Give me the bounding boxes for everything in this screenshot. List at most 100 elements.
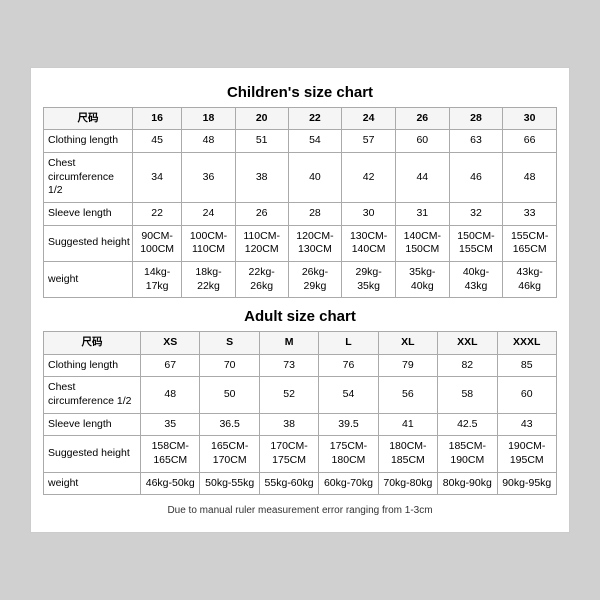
- row-label: Clothing length: [44, 354, 141, 377]
- table-cell: 110CM-120CM: [235, 225, 288, 261]
- table-cell: 26: [235, 202, 288, 225]
- table-cell: 31: [395, 202, 449, 225]
- table-cell: 33: [503, 202, 557, 225]
- table-cell: 39.5: [319, 413, 378, 436]
- table-cell: 63: [449, 130, 503, 153]
- table-cell: 170CM-175CM: [259, 436, 318, 472]
- row-label: weight: [44, 472, 141, 495]
- column-header: 尺码: [44, 107, 133, 130]
- table-cell: 46: [449, 153, 503, 203]
- table-cell: 34: [132, 153, 181, 203]
- table-cell: 158CM-165CM: [141, 436, 200, 472]
- table-cell: 90kg-95kg: [497, 472, 557, 495]
- table-cell: 29kg-35kg: [342, 261, 396, 297]
- column-header: 尺码: [44, 332, 141, 355]
- column-header: XL: [378, 332, 437, 355]
- table-cell: 58: [438, 377, 497, 413]
- table-cell: 42: [342, 153, 396, 203]
- adult-table: 尺码XSSMLXLXXLXXXL Clothing length67707376…: [43, 331, 557, 495]
- row-label: Chest circumference 1/2: [44, 377, 141, 413]
- table-cell: 42.5: [438, 413, 497, 436]
- table-cell: 70: [200, 354, 259, 377]
- column-header: 24: [342, 107, 396, 130]
- table-cell: 36: [182, 153, 235, 203]
- row-label: Sleeve length: [44, 202, 133, 225]
- table-cell: 100CM-110CM: [182, 225, 235, 261]
- column-header: 26: [395, 107, 449, 130]
- column-header: L: [319, 332, 378, 355]
- table-cell: 150CM-155CM: [449, 225, 503, 261]
- table-cell: 165CM-170CM: [200, 436, 259, 472]
- table-cell: 185CM-190CM: [438, 436, 497, 472]
- table-cell: 130CM-140CM: [342, 225, 396, 261]
- column-header: 22: [288, 107, 342, 130]
- table-cell: 120CM-130CM: [288, 225, 342, 261]
- table-cell: 50kg-55kg: [200, 472, 259, 495]
- footnote: Due to manual ruler measurement error ra…: [43, 505, 557, 516]
- table-cell: 48: [141, 377, 200, 413]
- table-cell: 44: [395, 153, 449, 203]
- column-header: 20: [235, 107, 288, 130]
- table-cell: 66: [503, 130, 557, 153]
- column-header: 16: [132, 107, 181, 130]
- table-cell: 38: [259, 413, 318, 436]
- table-cell: 18kg-22kg: [182, 261, 235, 297]
- children-table: 尺码1618202224262830 Clothing length454851…: [43, 107, 557, 298]
- table-cell: 56: [378, 377, 437, 413]
- table-cell: 80kg-90kg: [438, 472, 497, 495]
- table-cell: 48: [182, 130, 235, 153]
- table-cell: 70kg-80kg: [378, 472, 437, 495]
- table-cell: 41: [378, 413, 437, 436]
- table-cell: 52: [259, 377, 318, 413]
- table-cell: 73: [259, 354, 318, 377]
- table-cell: 175CM-180CM: [319, 436, 378, 472]
- table-cell: 36.5: [200, 413, 259, 436]
- row-label: Suggested height: [44, 225, 133, 261]
- table-cell: 60kg-70kg: [319, 472, 378, 495]
- column-header: XXXL: [497, 332, 557, 355]
- table-cell: 28: [288, 202, 342, 225]
- table-cell: 79: [378, 354, 437, 377]
- table-cell: 43: [497, 413, 557, 436]
- column-header: 30: [503, 107, 557, 130]
- column-header: S: [200, 332, 259, 355]
- table-cell: 22: [132, 202, 181, 225]
- table-cell: 155CM-165CM: [503, 225, 557, 261]
- children-section-title: Children's size chart: [43, 84, 557, 101]
- table-cell: 82: [438, 354, 497, 377]
- table-cell: 14kg-17kg: [132, 261, 181, 297]
- table-cell: 30: [342, 202, 396, 225]
- table-cell: 48: [503, 153, 557, 203]
- table-cell: 45: [132, 130, 181, 153]
- table-cell: 54: [319, 377, 378, 413]
- table-cell: 180CM-185CM: [378, 436, 437, 472]
- table-cell: 40kg-43kg: [449, 261, 503, 297]
- table-cell: 54: [288, 130, 342, 153]
- column-header: XXL: [438, 332, 497, 355]
- table-cell: 67: [141, 354, 200, 377]
- row-label: Sleeve length: [44, 413, 141, 436]
- table-cell: 60: [497, 377, 557, 413]
- table-cell: 55kg-60kg: [259, 472, 318, 495]
- table-cell: 46kg-50kg: [141, 472, 200, 495]
- table-cell: 26kg-29kg: [288, 261, 342, 297]
- table-cell: 60: [395, 130, 449, 153]
- column-header: XS: [141, 332, 200, 355]
- table-cell: 90CM-100CM: [132, 225, 181, 261]
- adult-section-title: Adult size chart: [43, 308, 557, 325]
- table-cell: 24: [182, 202, 235, 225]
- table-cell: 51: [235, 130, 288, 153]
- table-cell: 32: [449, 202, 503, 225]
- size-chart-card: Children's size chart 尺码1618202224262830…: [30, 67, 570, 534]
- row-label: weight: [44, 261, 133, 297]
- table-cell: 76: [319, 354, 378, 377]
- table-cell: 50: [200, 377, 259, 413]
- table-cell: 35: [141, 413, 200, 436]
- row-label: Clothing length: [44, 130, 133, 153]
- table-cell: 140CM-150CM: [395, 225, 449, 261]
- table-cell: 38: [235, 153, 288, 203]
- column-header: 18: [182, 107, 235, 130]
- table-cell: 22kg-26kg: [235, 261, 288, 297]
- column-header: M: [259, 332, 318, 355]
- column-header: 28: [449, 107, 503, 130]
